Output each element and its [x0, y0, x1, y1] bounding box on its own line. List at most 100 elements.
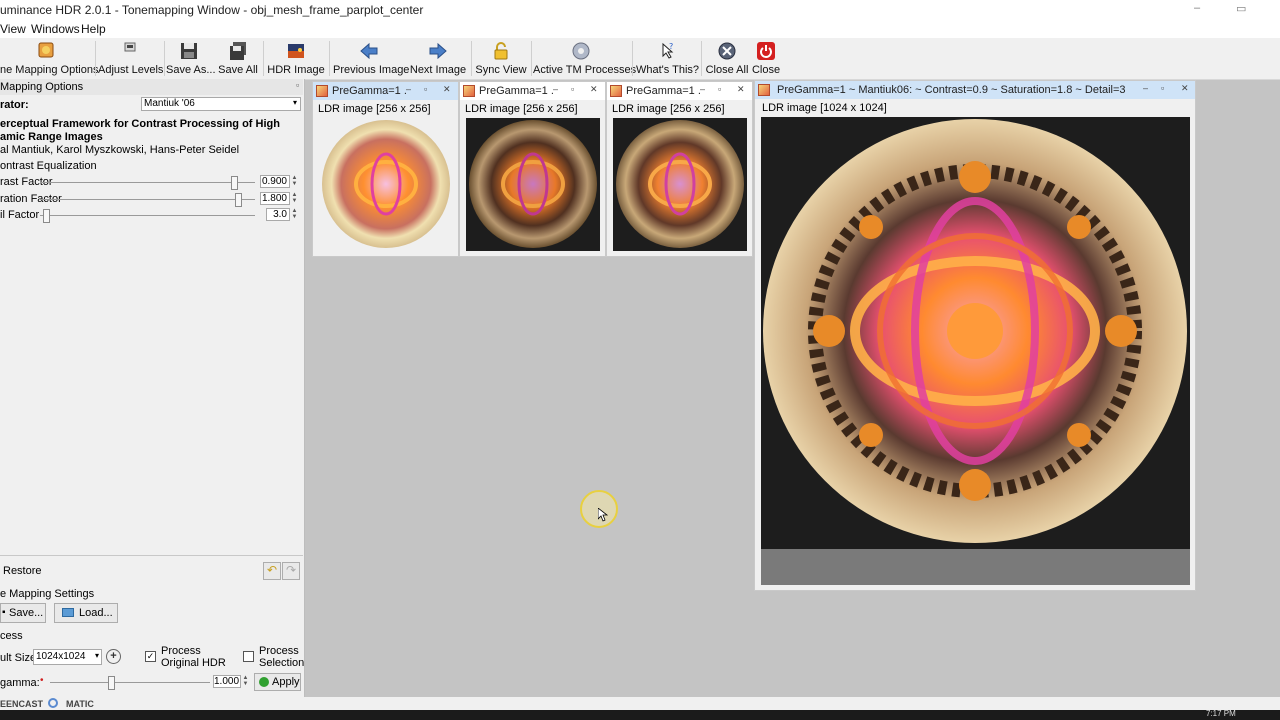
close-button[interactable]: Close [751, 38, 781, 79]
save-all-button[interactable]: Save All [216, 38, 260, 79]
active-tm-processes-button[interactable]: Active TM Processes [533, 38, 636, 79]
result-size-select[interactable]: 1024x1024 ▾ [33, 649, 102, 665]
process-group-title: cess [0, 630, 23, 642]
ldr-image[interactable] [319, 118, 453, 251]
detail-factor-stepper[interactable]: ▲ ▼ [290, 208, 299, 221]
close-icon[interactable]: ✕ [590, 84, 598, 95]
close-icon[interactable]: ✕ [1181, 83, 1189, 94]
arrow-right-icon [429, 42, 447, 60]
tonemapping-options-panel: Mapping Options ▫ rator: Mantiuk '06 ▾ e… [0, 79, 305, 697]
restore-icon[interactable]: ▫ [571, 84, 574, 94]
apply-button[interactable]: Apply [254, 673, 301, 691]
process-original-checkbox[interactable]: ✓ [145, 651, 156, 662]
taskbar: 7:17 PM [0, 710, 1280, 720]
contrast-factor-slider[interactable] [230, 176, 238, 190]
restore-icon[interactable]: ▫ [718, 84, 721, 94]
saturation-factor-slider[interactable] [234, 193, 242, 207]
next-image-button[interactable]: Next Image [408, 38, 468, 79]
subwindow-titlebar[interactable]: PreGamma=1 ~ Mantiuk06: ~ Contrast=0.9 ~… [755, 81, 1195, 99]
minimize-icon[interactable]: – [1143, 83, 1148, 93]
gamma-stepper[interactable]: ▲ ▼ [241, 675, 250, 688]
subwindow-titlebar[interactable]: PreGamma=1 ... – ▫ ✕ [607, 82, 752, 100]
gamma-reset-icon[interactable]: • [40, 675, 44, 686]
mandala-image [613, 118, 747, 251]
detail-factor-slider[interactable] [43, 209, 51, 223]
detail-factor-spinbox[interactable]: 3.0 [266, 208, 290, 221]
operator-select[interactable]: Mantiuk '06 ▾ [141, 97, 301, 111]
close-icon[interactable]: ✕ [443, 84, 451, 95]
contrast-factor-stepper[interactable]: ▲ ▼ [290, 175, 299, 188]
watermark-text-2: MATIC [66, 699, 94, 709]
contrast-equalization-checkbox[interactable]: ontrast Equalization [0, 160, 97, 172]
process-selection-checkbox[interactable] [243, 651, 254, 662]
contrast-factor-row: rast Factor 0.900 ▲ ▼ [0, 175, 304, 191]
image-info: LDR image [256 x 256] [318, 103, 431, 115]
detail-factor-track[interactable] [40, 215, 255, 216]
gamma-slider[interactable] [108, 676, 115, 690]
minimize-icon[interactable]: – [406, 84, 411, 94]
ldr-image[interactable] [761, 117, 1190, 549]
save-as-button[interactable]: Save As... [166, 38, 216, 79]
menu-help[interactable]: Help [81, 22, 106, 36]
minimize-button[interactable]: – [1194, 2, 1200, 14]
close-all-icon [718, 42, 736, 60]
redo-button[interactable]: ↷ [282, 562, 300, 580]
taskbar-clock: 7:17 PM [1206, 709, 1236, 718]
ldr-image[interactable] [466, 118, 600, 251]
save-all-icon [230, 42, 246, 60]
chevron-down-icon: ▾ [94, 651, 99, 660]
ldr-image[interactable] [613, 118, 747, 251]
undo-button[interactable]: ↶ [263, 562, 281, 580]
minimize-icon[interactable]: – [553, 84, 558, 94]
restore-icon[interactable]: ▫ [1161, 83, 1164, 93]
watermark-text: EENCAST [0, 699, 44, 709]
menu-windows[interactable]: Windows [31, 22, 80, 36]
contrast-factor-spinbox[interactable]: 0.900 [260, 175, 290, 188]
save-settings-button[interactable]: ▪ Save... [0, 603, 46, 623]
restore-button[interactable]: ▭ [1236, 2, 1246, 15]
menu-view[interactable]: View [0, 22, 26, 36]
gamma-track[interactable] [50, 682, 210, 683]
image-scroll-area [761, 549, 1190, 585]
ldr-subwindow-large[interactable]: PreGamma=1 ~ Mantiuk06: ~ Contrast=0.9 ~… [754, 80, 1196, 591]
saturation-factor-spinbox[interactable]: 1.800 [260, 192, 290, 205]
folder-icon [62, 608, 74, 617]
power-icon [757, 42, 775, 60]
ldr-subwindow-1[interactable]: PreGamma=1 ... – ▫ ✕ LDR image [256 x 25… [312, 81, 459, 257]
app-icon [463, 85, 475, 97]
ldr-subwindow-2[interactable]: PreGamma=1 ... – ▫ ✕ LDR image [256 x 25… [459, 81, 606, 257]
paper-title-line-2: amic Range Images [0, 131, 103, 143]
contrast-factor-track[interactable] [40, 182, 255, 183]
hdr-image-icon [288, 44, 304, 58]
whats-this-button[interactable]: ? What's This? [636, 38, 699, 79]
watermark-logo-icon [48, 698, 58, 708]
gear-icon [572, 42, 590, 60]
hdr-image-button[interactable]: HDR Image [266, 38, 326, 79]
ldr-subwindow-3[interactable]: PreGamma=1 ... – ▫ ✕ LDR image [256 x 25… [606, 81, 753, 257]
close-icon[interactable]: ✕ [737, 84, 745, 95]
previous-image-button[interactable]: Previous Image [333, 38, 409, 79]
subwindow-titlebar[interactable]: PreGamma=1 ... – ▫ ✕ [460, 82, 605, 100]
saturation-factor-track[interactable] [40, 199, 255, 200]
subwindow-titlebar[interactable]: PreGamma=1 ... – ▫ ✕ [313, 82, 458, 100]
gamma-label: gamma: [0, 677, 40, 689]
gamma-spinbox[interactable]: 1.000 [213, 675, 241, 688]
saturation-factor-stepper[interactable]: ▲ ▼ [290, 192, 299, 205]
chevron-down-icon: ▾ [292, 98, 297, 107]
operator-label: rator: [0, 99, 29, 111]
panel-divider [0, 555, 303, 556]
minimize-icon[interactable]: – [700, 84, 705, 94]
panel-float-icon[interactable]: ▫ [296, 80, 299, 90]
restore-icon[interactable]: ▫ [424, 84, 427, 94]
add-size-icon[interactable]: + [106, 649, 121, 664]
sync-view-button[interactable]: Sync View [474, 38, 528, 79]
svg-text:?: ? [669, 42, 673, 51]
save-icon [181, 43, 197, 59]
load-settings-button[interactable]: Load... [54, 603, 118, 623]
adjust-levels-button[interactable]: Adjust Levels [98, 38, 163, 79]
image-info: LDR image [256 x 256] [465, 103, 578, 115]
close-all-button[interactable]: Close All [705, 38, 749, 79]
process-selection-label-1: Process [259, 645, 299, 657]
tonemap-options-button[interactable]: ne Mapping Options [0, 38, 98, 79]
detail-factor-row: il Factor 3.0 ▲ ▼ [0, 208, 304, 224]
